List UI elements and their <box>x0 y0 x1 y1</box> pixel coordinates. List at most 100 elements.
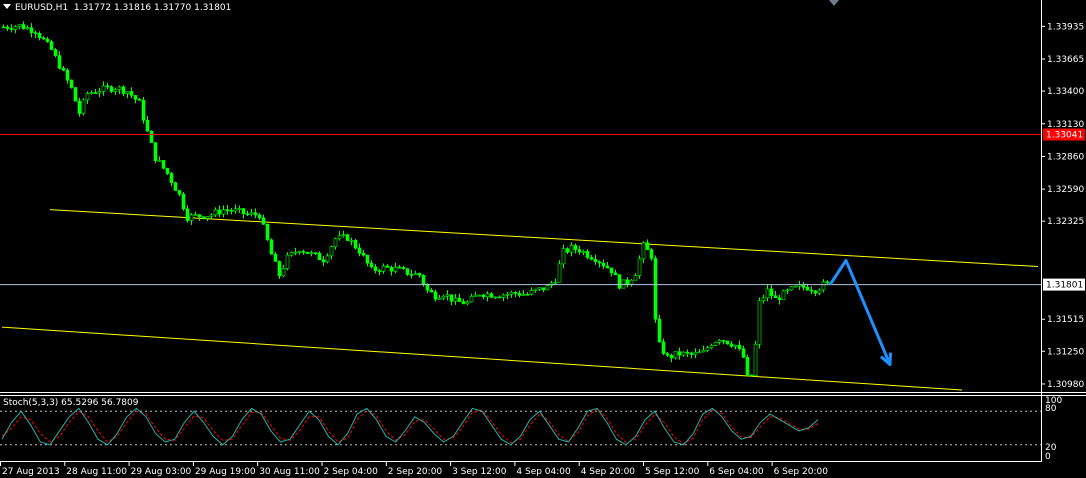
candle <box>345 233 350 242</box>
candle <box>781 289 786 301</box>
candle <box>557 260 562 283</box>
candle <box>697 349 702 354</box>
candle <box>373 264 378 274</box>
candle <box>245 210 250 217</box>
candle <box>37 31 42 41</box>
candle <box>785 288 790 295</box>
y-tick-label: 1.32325 <box>1047 217 1084 227</box>
candle <box>161 160 166 170</box>
candle <box>509 290 514 298</box>
chart-shift-marker[interactable] <box>829 0 839 6</box>
candle <box>173 181 178 191</box>
chart-window[interactable]: 1.33935 1.33665 1.33400 1.33130 1.32860 1.325… <box>0 0 1086 478</box>
candle <box>489 292 494 298</box>
candle <box>225 205 230 215</box>
forecast-arrow-layer <box>828 259 893 367</box>
candle <box>389 265 394 276</box>
candle <box>413 270 418 275</box>
candle <box>601 259 606 270</box>
candle <box>585 249 590 260</box>
candle <box>133 94 138 104</box>
candle <box>569 242 574 257</box>
candle <box>673 351 678 360</box>
candle <box>641 241 646 264</box>
candle <box>517 290 522 298</box>
candle <box>273 251 278 262</box>
candle <box>381 263 386 274</box>
candle <box>437 294 442 300</box>
candle <box>385 264 390 268</box>
y-tick-label: 1.31515 <box>1047 315 1084 325</box>
candle <box>41 36 46 40</box>
candle <box>401 265 406 270</box>
candle <box>89 90 94 95</box>
candle <box>265 223 270 241</box>
candle <box>57 51 62 70</box>
candle <box>761 294 766 304</box>
candle <box>429 287 434 293</box>
candle <box>449 294 454 306</box>
candle <box>685 349 690 357</box>
candle <box>289 251 294 257</box>
candle <box>809 286 814 295</box>
candle <box>405 268 410 277</box>
candle <box>249 208 254 217</box>
resistance-price-label: 1.33041 <box>1046 131 1083 141</box>
x-tick-label: 6 Sep 04:00 <box>709 467 764 477</box>
candle <box>237 205 242 213</box>
candle <box>677 347 682 360</box>
candle <box>721 339 726 345</box>
candle <box>521 290 526 296</box>
candle <box>217 205 222 218</box>
x-tick-label: 4 Sep 20:00 <box>581 467 636 477</box>
dropdown-triangle-icon[interactable] <box>3 4 11 9</box>
candle <box>113 87 118 95</box>
candle <box>689 351 694 359</box>
candle <box>481 293 486 300</box>
candle <box>177 190 182 197</box>
candle <box>745 354 750 377</box>
candle <box>817 288 822 296</box>
candle <box>277 260 282 280</box>
candle <box>801 282 806 291</box>
candle <box>565 247 570 255</box>
candle <box>253 208 258 219</box>
candle <box>593 254 598 265</box>
candle <box>769 284 774 300</box>
candle <box>709 343 714 350</box>
candle <box>193 211 198 217</box>
stochastic-pane: 10080200 <box>0 396 1062 462</box>
stoch-level-label: 80 <box>1045 404 1057 414</box>
candle <box>329 245 334 260</box>
trendline-1[interactable] <box>49 209 1039 268</box>
candle <box>157 156 162 162</box>
candle <box>349 237 354 246</box>
candle <box>333 237 338 250</box>
candle <box>621 279 626 289</box>
x-tick-label: 5 Sep 12:00 <box>645 467 700 477</box>
y-tick-label: 1.32590 <box>1047 185 1084 195</box>
candle <box>445 290 450 301</box>
x-tick-label: 28 Aug 11:00 <box>66 467 127 477</box>
candle <box>501 293 506 302</box>
candle <box>309 250 314 257</box>
candle <box>213 207 218 218</box>
candle <box>341 230 346 238</box>
candle <box>597 260 602 268</box>
candle <box>729 341 734 348</box>
candle <box>793 285 798 288</box>
candle <box>409 269 414 279</box>
candle <box>109 85 114 94</box>
x-tick-label: 2 Sep 20:00 <box>388 467 443 477</box>
chart-canvas[interactable]: 1.33935 1.33665 1.33400 1.33130 1.32860 1.325… <box>0 0 1086 478</box>
candle <box>149 130 154 143</box>
forecast-arrow[interactable] <box>828 259 892 366</box>
trendline-2[interactable] <box>1 326 963 391</box>
candle <box>189 213 194 226</box>
candle <box>505 291 510 300</box>
candle <box>493 296 498 299</box>
candle <box>485 291 490 302</box>
candle <box>305 251 310 254</box>
candle <box>65 68 70 84</box>
chart-header: EURUSD,H1 1.31772 1.31816 1.31770 1.3180… <box>3 3 231 13</box>
